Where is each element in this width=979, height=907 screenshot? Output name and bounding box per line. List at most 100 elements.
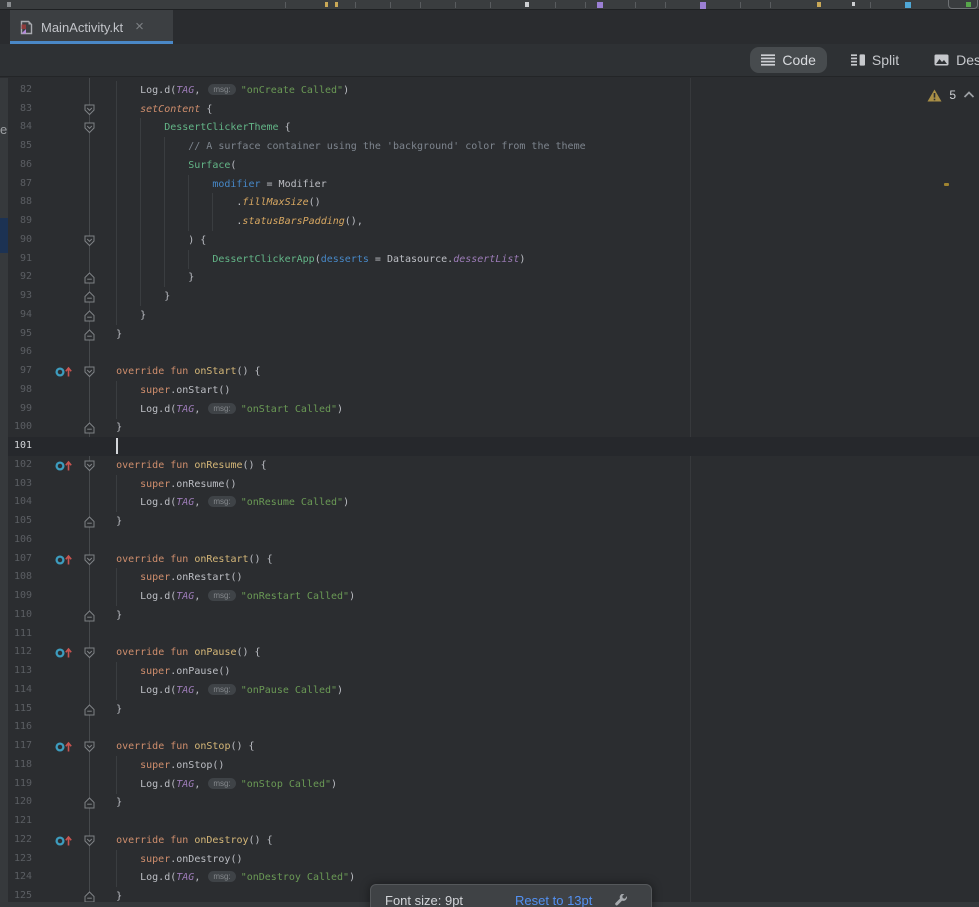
code-line[interactable]: 100} <box>0 418 979 437</box>
line-number[interactable]: 122 <box>8 834 32 845</box>
code-line[interactable]: 90) { <box>0 230 979 250</box>
chevron-up-icon[interactable] <box>963 91 975 99</box>
code-line[interactable]: 115} <box>0 700 979 719</box>
wrench-settings-icon[interactable] <box>614 894 628 907</box>
code-line[interactable]: 118 super.onStop() <box>0 755 979 775</box>
line-number[interactable]: 91 <box>8 253 32 264</box>
line-number[interactable]: 112 <box>8 646 32 657</box>
code-line[interactable]: 122 override fun onDestroy() { <box>0 831 979 850</box>
indent-guide <box>140 249 142 269</box>
line-number[interactable]: 111 <box>8 628 32 639</box>
line-number[interactable]: 123 <box>8 853 32 864</box>
line-number[interactable]: 120 <box>8 796 32 807</box>
error-stripe-warning-mark[interactable] <box>944 183 949 186</box>
code-line[interactable]: 95} <box>0 325 979 344</box>
line-number[interactable]: 125 <box>8 890 32 901</box>
code-line[interactable]: 96 <box>0 343 979 362</box>
code-line[interactable]: 83 setContent { <box>0 99 979 119</box>
line-number[interactable]: 109 <box>8 590 32 601</box>
indent-guide <box>164 155 166 175</box>
line-number[interactable]: 86 <box>8 159 32 170</box>
inspections-widget[interactable]: 5 <box>927 88 975 102</box>
split-view-button[interactable]: Split <box>840 47 910 73</box>
line-number[interactable]: 94 <box>8 309 32 320</box>
line-number[interactable]: 113 <box>8 665 32 676</box>
line-number[interactable]: 116 <box>8 721 32 732</box>
code-line[interactable]: 99 Log.d(TAG, msg: "onStart Called") <box>0 399 979 419</box>
code-token: DessertClickerApp <box>212 253 315 265</box>
line-number[interactable]: 104 <box>8 496 32 507</box>
line-number[interactable]: 92 <box>8 271 32 282</box>
code-line[interactable]: 121 <box>0 812 979 831</box>
code-line[interactable]: 105} <box>0 512 979 531</box>
line-number[interactable]: 117 <box>8 740 32 751</box>
line-number[interactable]: 82 <box>8 84 32 95</box>
code-line[interactable]: 84 DessertClickerTheme { <box>0 118 979 138</box>
line-number[interactable]: 84 <box>8 121 32 132</box>
line-number[interactable]: 110 <box>8 609 32 620</box>
code-line[interactable]: 103 super.onResume() <box>0 474 979 494</box>
tab-close-icon[interactable]: × <box>135 19 144 34</box>
line-number[interactable]: 107 <box>8 553 32 564</box>
code-line[interactable]: 123 super.onDestroy() <box>0 849 979 869</box>
line-number[interactable]: 97 <box>8 365 32 376</box>
code-view-button[interactable]: Code <box>750 47 827 73</box>
line-number[interactable]: 103 <box>8 478 32 489</box>
line-number[interactable]: 87 <box>8 178 32 189</box>
design-view-button[interactable]: Des <box>923 47 979 73</box>
code-line[interactable]: 106 <box>0 531 979 550</box>
code-line[interactable]: 94} <box>0 305 979 325</box>
line-number[interactable]: 114 <box>8 684 32 695</box>
line-number[interactable]: 121 <box>8 815 32 826</box>
line-number[interactable]: 102 <box>8 459 32 470</box>
code-line[interactable]: 86 Surface( <box>0 155 979 175</box>
code-line[interactable]: 120} <box>0 793 979 812</box>
code-line[interactable]: 104 Log.d(TAG, msg: "onResume Called") <box>0 493 979 513</box>
code-line[interactable]: 91 DessertClickerApp(desserts = Datasourc… <box>0 249 979 269</box>
line-number[interactable]: 115 <box>8 703 32 714</box>
line-number[interactable]: 95 <box>8 328 32 339</box>
code-line[interactable]: 108 super.onRestart() <box>0 568 979 588</box>
line-number[interactable]: 108 <box>8 571 32 582</box>
line-number[interactable]: 105 <box>8 515 32 526</box>
line-number[interactable]: 99 <box>8 403 32 414</box>
code-line[interactable]: 109 Log.d(TAG, msg: "onRestart Called") <box>0 587 979 607</box>
code-line[interactable]: 88 .fillMaxSize() <box>0 193 979 213</box>
code-line[interactable]: 112 override fun onPause() { <box>0 643 979 662</box>
tab-mainactivity[interactable]: MainActivity.kt × <box>10 10 173 44</box>
line-number[interactable]: 88 <box>8 196 32 207</box>
line-number[interactable]: 90 <box>8 234 32 245</box>
code-line[interactable]: 116 <box>0 718 979 737</box>
code-line[interactable]: 110} <box>0 606 979 625</box>
code-line[interactable]: 89 .statusBarsPadding(), <box>0 212 979 232</box>
line-number[interactable]: 119 <box>8 778 32 789</box>
code-line[interactable]: 107 override fun onRestart() { <box>0 550 979 569</box>
code-line[interactable]: 82 Log.d(TAG, msg: "onCreate Called") <box>0 81 979 100</box>
line-number[interactable]: 101 <box>8 440 32 451</box>
line-number[interactable]: 100 <box>8 421 32 432</box>
line-number[interactable]: 85 <box>8 140 32 151</box>
code-line[interactable]: 119 Log.d(TAG, msg: "onStop Called") <box>0 774 979 794</box>
line-number[interactable]: 89 <box>8 215 32 226</box>
code-line[interactable]: 111 <box>0 625 979 644</box>
line-number[interactable]: 98 <box>8 384 32 395</box>
line-number[interactable]: 83 <box>8 103 32 114</box>
code-editor[interactable]: e 82 Log.d(TAG, msg: "onCreate Called") 83 s… <box>0 78 979 907</box>
code-line[interactable]: 101 <box>0 437 979 457</box>
line-number[interactable]: 124 <box>8 871 32 882</box>
line-number[interactable]: 118 <box>8 759 32 770</box>
code-line[interactable]: 92} <box>0 268 979 288</box>
code-line[interactable]: 93} <box>0 287 979 307</box>
code-line[interactable]: 98 super.onStart() <box>0 380 979 400</box>
line-number[interactable]: 106 <box>8 534 32 545</box>
code-line[interactable]: 85 // A surface container using the 'back… <box>0 137 979 157</box>
code-line[interactable]: 117 override fun onStop() { <box>0 737 979 756</box>
code-line[interactable]: 114 Log.d(TAG, msg: "onPause Called") <box>0 680 979 700</box>
code-line[interactable]: 87 modifier = Modifier <box>0 174 979 194</box>
code-line[interactable]: 102 override fun onResume() { <box>0 456 979 475</box>
line-number[interactable]: 96 <box>8 346 32 357</box>
line-number[interactable]: 93 <box>8 290 32 301</box>
reset-font-size-link[interactable]: Reset to 13pt <box>515 893 592 907</box>
code-line[interactable]: 97 override fun onStart() { <box>0 362 979 381</box>
code-line[interactable]: 113 super.onPause() <box>0 662 979 682</box>
